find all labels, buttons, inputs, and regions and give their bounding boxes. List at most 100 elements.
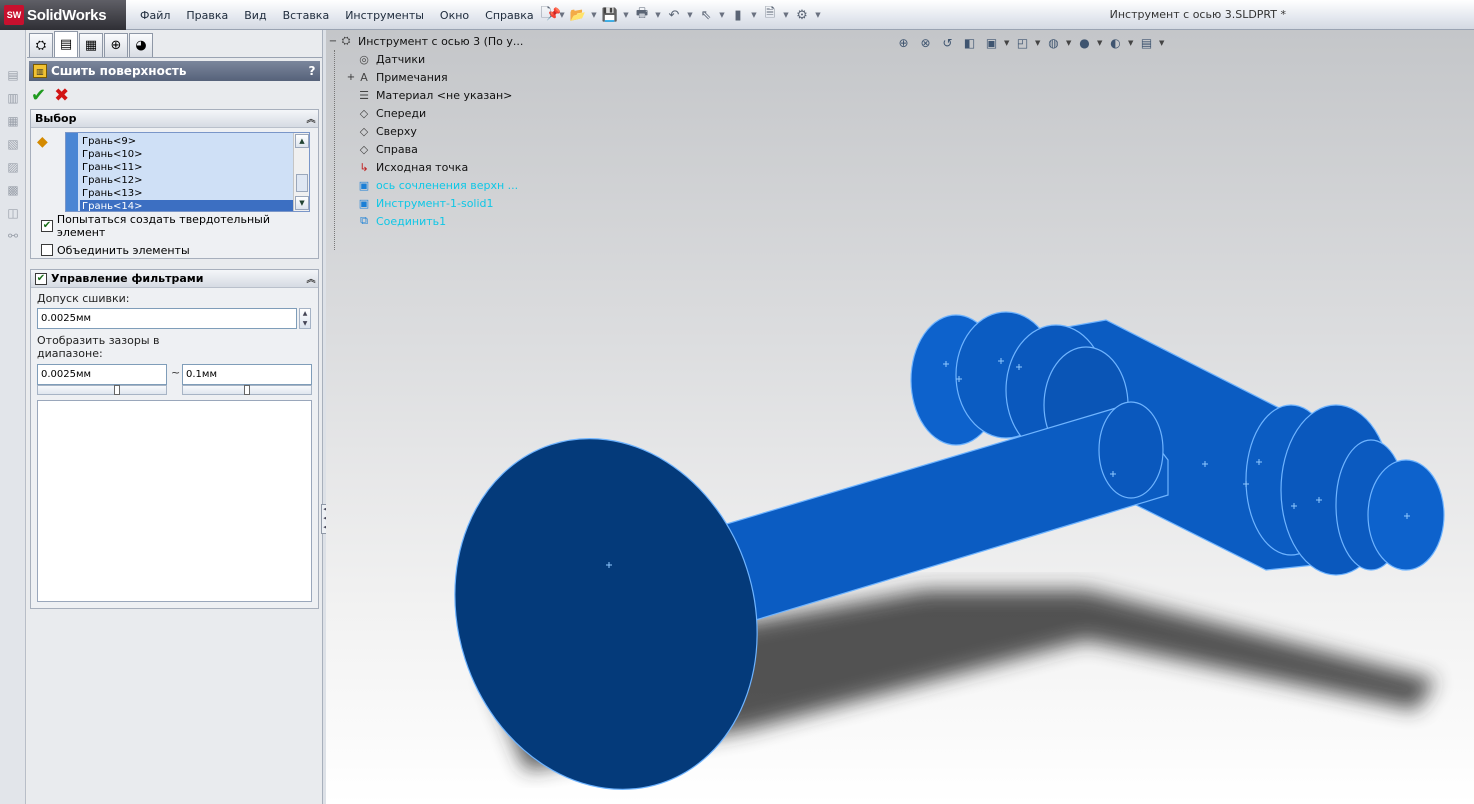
try-solid-checkbox[interactable]: ✔ — [41, 220, 53, 232]
trim-surface-icon[interactable]: ◫ — [4, 204, 22, 222]
cancel-x-icon[interactable]: ✖ — [54, 85, 69, 106]
undo-icon[interactable]: ↶ — [664, 5, 684, 25]
tree-node[interactable]: ◇ Сверху — [328, 122, 528, 140]
zoom-to-fit-icon[interactable]: ⊕ — [894, 34, 913, 53]
graphics-area[interactable]: − ⛭ Инструмент с осью 3 (По у... ◎ Датчики + A… — [326, 30, 1474, 804]
previous-view-icon[interactable]: ↺ — [938, 34, 957, 53]
view-settings-icon[interactable]: ▤ — [1137, 34, 1156, 53]
face-list-item[interactable]: Грань<12> — [80, 174, 293, 187]
tree-node[interactable]: ◎ Датчики — [328, 50, 528, 68]
try-solid-option[interactable]: ✔ Попытаться создать твердотельный элеме… — [41, 213, 318, 239]
scroll-up-arrow-icon[interactable]: ▲ — [295, 134, 309, 148]
menu-item-4[interactable]: Инструменты — [337, 9, 432, 22]
revolve-surface-icon[interactable]: ▥ — [4, 89, 22, 107]
gaps-list[interactable] — [37, 400, 312, 602]
tree-expander-icon[interactable]: − — [328, 36, 338, 47]
apply-scene-icon[interactable]: ◐ — [1106, 34, 1125, 53]
new-document-icon[interactable]: 🗋 — [536, 5, 556, 25]
scroll-thumb[interactable] — [296, 174, 308, 192]
section-view-icon[interactable]: ◧ — [960, 34, 979, 53]
dropdown-arrow-icon[interactable]: ▼ — [782, 5, 790, 25]
dropdown-arrow-icon[interactable]: ▼ — [1128, 39, 1134, 47]
ok-check-icon[interactable]: ✔ — [31, 85, 46, 106]
tree-node[interactable]: ⧉ Соединить1 — [328, 212, 528, 230]
solidworks-logo[interactable]: SW SolidWorks — [0, 0, 126, 30]
gap-max-input[interactable]: 0.1мм — [182, 364, 312, 385]
faces-list-scrollbar[interactable]: ▲ ▼ — [293, 133, 309, 211]
print-icon[interactable]: 🖶 — [632, 5, 652, 25]
face-list-item[interactable]: Грань<13> — [80, 187, 293, 200]
tree-node[interactable]: ◇ Спереди — [328, 104, 528, 122]
tree-node[interactable]: ▣ Инструмент-1-solid1 — [328, 194, 528, 212]
model-body[interactable] — [410, 311, 1445, 804]
selection-group-header[interactable]: Выбор ︽ — [31, 110, 318, 128]
edit-appearance-icon[interactable]: ● — [1075, 34, 1094, 53]
menu-item-1[interactable]: Правка — [178, 9, 236, 22]
face-list-item[interactable]: Грань<14> — [80, 200, 293, 211]
display-manager-icon[interactable]: ◕ — [129, 33, 153, 57]
dropdown-arrow-icon[interactable]: ▼ — [590, 5, 598, 25]
gap-min-slider-handle[interactable] — [114, 385, 120, 395]
menu-item-2[interactable]: Вид — [236, 9, 274, 22]
tree-node[interactable]: ▣ ось сочленения верхн ... — [328, 176, 528, 194]
merge-entities-checkbox[interactable] — [41, 244, 53, 256]
dropdown-arrow-icon[interactable]: ▼ — [622, 5, 630, 25]
dropdown-arrow-icon[interactable]: ▼ — [718, 5, 726, 25]
collapse-chevron-icon[interactable]: ︽ — [304, 272, 318, 285]
scroll-down-arrow-icon[interactable]: ▼ — [295, 196, 309, 210]
gap-min-slider[interactable] — [37, 385, 167, 395]
sweep-surface-icon[interactable]: ▦ — [4, 112, 22, 130]
faces-selection-list[interactable]: Грань<9> Грань<10> Грань<11> Грань<12> Грань… — [65, 132, 310, 212]
gap-max-slider-handle[interactable] — [244, 385, 250, 395]
dropdown-arrow-icon[interactable]: ▼ — [1035, 39, 1041, 47]
tree-node[interactable]: ☰ Материал <не указан> — [328, 86, 528, 104]
menu-item-6[interactable]: Справка — [477, 9, 541, 22]
dropdown-arrow-icon[interactable]: ▼ — [654, 5, 662, 25]
dropdown-arrow-icon[interactable]: ▼ — [1097, 39, 1103, 47]
dropdown-arrow-icon[interactable]: ▼ — [1159, 39, 1165, 47]
merge-entities-option[interactable]: Объединить элементы — [41, 242, 190, 258]
menu-item-5[interactable]: Окно — [432, 9, 477, 22]
gap-min-input[interactable]: 0.0025мм — [37, 364, 167, 385]
knit-tolerance-input[interactable]: 0.0025мм — [37, 308, 297, 329]
dropdown-arrow-icon[interactable]: ▼ — [814, 5, 822, 25]
feature-manager-icon[interactable]: ⛭ — [29, 33, 53, 57]
view-orientation-icon[interactable]: ▣ — [982, 34, 1001, 53]
property-manager-icon[interactable]: ▤ — [54, 31, 78, 57]
dropdown-arrow-icon[interactable]: ▼ — [558, 5, 566, 25]
gap-control-checkbox[interactable]: ✔ — [35, 272, 47, 285]
dropdown-arrow-icon[interactable]: ▼ — [750, 5, 758, 25]
face-list-item[interactable]: Грань<9> — [80, 135, 293, 148]
extrude-surface-icon[interactable]: ▤ — [4, 66, 22, 84]
planar-surface-icon[interactable]: ▩ — [4, 181, 22, 199]
tolerance-spinner[interactable]: ▲ ▼ — [299, 308, 311, 329]
tree-node[interactable]: + A Примечания — [328, 68, 528, 86]
file-properties-icon[interactable]: 🗎 — [760, 5, 780, 25]
tree-node[interactable]: ◇ Справа — [328, 140, 528, 158]
open-folder-icon[interactable]: 📂 — [568, 5, 588, 25]
menu-item-3[interactable]: Вставка — [275, 9, 338, 22]
face-list-item[interactable]: Грань<11> — [80, 161, 293, 174]
save-icon[interactable]: 💾 — [600, 5, 620, 25]
hide-show-items-icon[interactable]: ◍ — [1044, 34, 1063, 53]
zoom-to-area-icon[interactable]: ⊗ — [916, 34, 935, 53]
knit-surface-icon[interactable]: ⚯ — [4, 227, 22, 245]
dropdown-arrow-icon[interactable]: ▼ — [686, 5, 694, 25]
tree-expander-icon[interactable]: + — [346, 72, 356, 83]
help-button[interactable]: ? — [304, 64, 320, 78]
dropdown-arrow-icon[interactable]: ▼ — [1066, 39, 1072, 47]
tree-node[interactable]: − ⛭ Инструмент с осью 3 (По у... — [328, 32, 528, 50]
face-list-item[interactable]: Грань<10> — [80, 148, 293, 161]
rebuild-icon[interactable]: ▮ — [728, 5, 748, 25]
gap-max-slider[interactable] — [182, 385, 312, 395]
select-pointer-icon[interactable]: ⇖ — [696, 5, 716, 25]
dimxpert-icon[interactable]: ⊕ — [104, 33, 128, 57]
options-icon[interactable]: ⚙ — [792, 5, 812, 25]
loft-surface-icon[interactable]: ▧ — [4, 135, 22, 153]
gap-control-header[interactable]: ✔ Управление фильтрами ︽ — [31, 270, 318, 288]
tree-node[interactable]: ↳ Исходная точка — [328, 158, 528, 176]
offset-surface-icon[interactable]: ▨ — [4, 158, 22, 176]
configuration-manager-icon[interactable]: ▦ — [79, 33, 103, 57]
collapse-chevron-icon[interactable]: ︽ — [304, 112, 318, 125]
display-style-icon[interactable]: ◰ — [1013, 34, 1032, 53]
